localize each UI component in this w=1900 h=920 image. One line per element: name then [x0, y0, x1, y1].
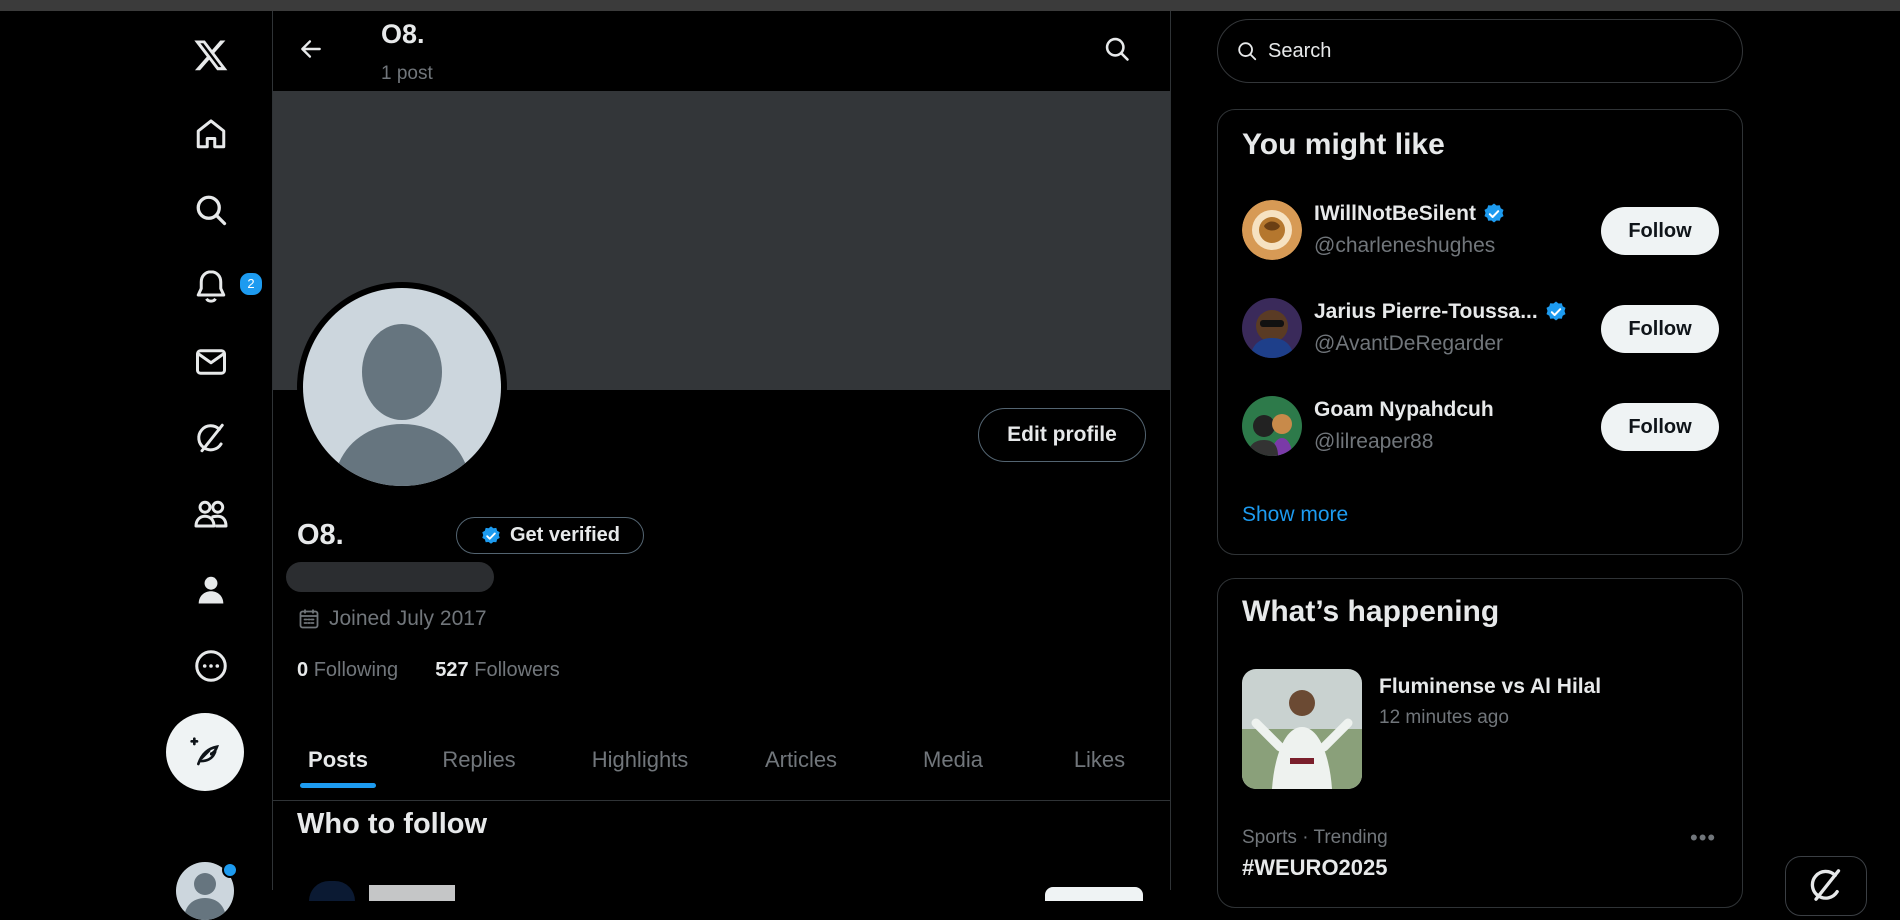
tab-articles[interactable]: Articles — [725, 719, 877, 800]
search-bar[interactable]: Search — [1217, 19, 1743, 83]
profile-top-bar: O8. 1 post — [273, 11, 1170, 91]
search-input[interactable]: Search — [1268, 40, 1331, 63]
who-to-follow-heading: Who to follow — [297, 808, 488, 840]
profile-column: O8. 1 post Edit profile O8. Get verified… — [272, 11, 1171, 901]
joined-date-text: Joined July 2017 — [329, 607, 487, 630]
tab-highlights[interactable]: Highlights — [555, 719, 725, 800]
back-button[interactable] — [291, 29, 331, 69]
suggestion-item[interactable]: IWillNotBeSilent @charleneshughes Follow — [1242, 200, 1720, 262]
suggestion-item[interactable]: Jarius Pierre-Toussa... @AvantDeRegarder… — [1242, 298, 1720, 360]
profile-avatar[interactable] — [297, 282, 507, 492]
messages-icon[interactable] — [185, 336, 237, 388]
search-icon — [1238, 42, 1257, 61]
suggestion-name: Jarius Pierre-Toussa... — [1314, 300, 1568, 324]
verified-badge-icon — [1484, 203, 1504, 223]
get-verified-button[interactable]: Get verified — [456, 517, 644, 554]
followers-count: 527 — [435, 659, 469, 681]
follow-button[interactable]: Follow — [1601, 403, 1719, 451]
x-logo-icon[interactable] — [185, 29, 237, 81]
suggestion-name: Goam Nypahdcuh — [1314, 398, 1494, 421]
you-might-like-heading: You might like — [1242, 128, 1445, 161]
left-nav: 2 — [150, 11, 272, 920]
edit-profile-button[interactable]: Edit profile — [978, 408, 1146, 462]
suggestion-handle: @AvantDeRegarder — [1314, 332, 1504, 355]
show-more-link[interactable]: Show more — [1242, 503, 1348, 527]
event-title[interactable]: Fluminense vs Al Hilal — [1379, 675, 1601, 699]
home-icon[interactable] — [185, 108, 237, 160]
whats-happening-heading: What’s happening — [1242, 595, 1500, 628]
whats-happening-panel: What’s happening Fluminense vs Al Hilal … — [1217, 578, 1743, 908]
calendar-icon — [299, 609, 319, 629]
top-bar-name: O8. — [381, 19, 425, 49]
top-bar-post-count: 1 post — [381, 63, 433, 84]
search-icon — [1105, 37, 1129, 61]
event-time: 12 minutes ago — [1379, 707, 1509, 728]
followers-label: Followers — [474, 659, 560, 681]
suggestion-name: IWillNotBeSilent — [1314, 202, 1506, 226]
joined-date: Joined July 2017 — [297, 607, 487, 631]
notifications-badge: 2 — [238, 271, 264, 297]
tab-media[interactable]: Media — [877, 719, 1029, 800]
get-verified-label: Get verified — [509, 524, 621, 546]
suggestion-avatar — [1242, 200, 1302, 260]
followers-link[interactable]: 527 Followers — [435, 659, 560, 681]
tab-replies[interactable]: Replies — [403, 719, 555, 800]
following-count: 0 — [297, 659, 309, 681]
suggestion-handle: @charleneshughes — [1314, 234, 1496, 257]
following-link[interactable]: 0 Following — [297, 659, 398, 681]
suggestion-avatar — [1242, 298, 1302, 358]
explore-icon[interactable] — [185, 184, 237, 236]
suggestion-avatar-partial — [309, 881, 355, 901]
right-sidebar: Search You might like IWillNotBeSilent @… — [1217, 11, 1743, 908]
verified-badge-icon — [482, 525, 500, 544]
trend-hashtag[interactable]: #WEURO2025 — [1242, 855, 1388, 881]
communities-icon[interactable] — [185, 488, 237, 540]
redacted-handle — [286, 562, 494, 592]
arrow-left-icon — [301, 40, 321, 58]
compose-feather-icon — [190, 737, 219, 766]
you-might-like-panel: You might like IWillNotBeSilent @charlen… — [1217, 109, 1743, 555]
event-thumbnail[interactable] — [1242, 669, 1362, 789]
profile-icon[interactable] — [185, 564, 237, 616]
suggestion-handle: @lilreaper88 — [1314, 430, 1434, 453]
active-tab-indicator — [300, 783, 376, 788]
profile-name: O8. — [297, 519, 344, 551]
trend-category: Sports · Trending — [1242, 827, 1388, 848]
grok-icon[interactable] — [185, 412, 237, 464]
suggestion-name-partial — [369, 885, 455, 901]
notifications-icon[interactable]: 2 — [185, 260, 264, 312]
account-notification-dot — [222, 862, 238, 878]
compose-post-button[interactable] — [166, 713, 244, 791]
default-avatar-icon — [333, 324, 471, 486]
verified-badge-icon — [1546, 301, 1566, 321]
following-label: Following — [313, 659, 399, 681]
suggestion-avatar — [1242, 396, 1302, 456]
follow-button[interactable]: Follow — [1601, 305, 1719, 353]
browser-top-strip — [0, 0, 1900, 11]
grok-floating-button[interactable] — [1785, 856, 1867, 916]
suggestion-follow-button-partial[interactable] — [1045, 887, 1143, 901]
trend-more-icon[interactable]: ••• — [1690, 825, 1716, 851]
suggestion-item[interactable]: Goam Nypahdcuh @lilreaper88 Follow — [1242, 396, 1720, 458]
tab-likes[interactable]: Likes — [1029, 719, 1170, 800]
more-icon[interactable] — [185, 640, 237, 692]
profile-tabs: Posts Replies Highlights Articles Media … — [273, 719, 1170, 801]
search-posts-button[interactable] — [1099, 31, 1135, 67]
follow-button[interactable]: Follow — [1601, 207, 1719, 255]
grok-icon — [1810, 869, 1841, 901]
follow-counts: 0 Following 527 Followers — [297, 659, 560, 682]
